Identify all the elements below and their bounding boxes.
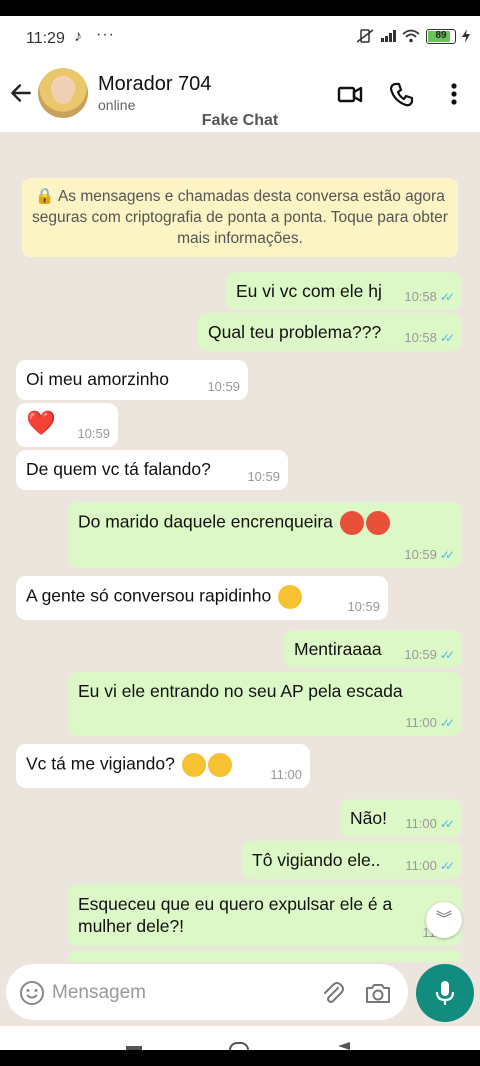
hand-over-mouth-emoji xyxy=(278,585,303,609)
message-text: De quem vc tá falando? xyxy=(26,459,211,479)
read-receipt-icon: ✓✓ xyxy=(439,647,455,662)
message-bubble-outgoing[interactable]: Do marido daquele encrenqueira 10:59 ✓✓ xyxy=(68,502,462,568)
tiktok-icon: ♪ xyxy=(74,28,82,45)
read-receipt-icon: ✓✓ xyxy=(439,858,455,873)
message-content: Do marido daquele encrenqueira xyxy=(78,511,390,535)
message-bubble-outgoing[interactable]: Eu vi ele entrando no seu AP pela escada… xyxy=(68,672,462,736)
voice-message-button[interactable] xyxy=(416,964,474,1022)
voice-call-icon[interactable] xyxy=(388,80,416,108)
message-bubble-outgoing[interactable]: Mentiraaaa 10:59 ✓✓ xyxy=(284,630,462,668)
attach-icon[interactable] xyxy=(320,980,346,1006)
message-time: 10:58 xyxy=(404,289,437,304)
message-composer: Mensagem xyxy=(0,962,480,1026)
message-time: 10:59 xyxy=(247,469,280,484)
video-call-icon[interactable] xyxy=(336,80,364,108)
notification-overflow-icon: ··· xyxy=(96,26,115,43)
read-receipt-icon: ✓✓ xyxy=(439,330,455,345)
message-content: Vc tá me vigiando? xyxy=(26,753,232,777)
message-text: Não! xyxy=(350,808,387,828)
message-text: Eu vi ele entrando no seu AP pela escada xyxy=(78,681,403,701)
message-time: 10:59 xyxy=(77,426,110,441)
message-text: Tô vigiando ele.. xyxy=(252,850,381,870)
contact-avatar[interactable] xyxy=(38,68,88,118)
message-input[interactable]: Mensagem xyxy=(6,964,408,1020)
double-chevron-down-icon: ︾ xyxy=(435,911,452,928)
message-bubble-outgoing[interactable]: Tô vigiando ele.. 11:00 ✓✓ xyxy=(242,841,462,879)
contact-name[interactable]: Morador 704 xyxy=(98,73,211,96)
fake-chat-watermark: Fake Chat xyxy=(201,112,279,129)
angry-face-emoji xyxy=(339,511,364,535)
home-button[interactable] xyxy=(229,1042,249,1050)
message-bubble-outgoing[interactable]: Qual teu problema??? 10:58 ✓✓ xyxy=(198,313,462,351)
status-bar: 11:29 ♪ ··· 89 xyxy=(0,16,480,62)
message-bubble-outgoing-partial[interactable] xyxy=(68,950,462,962)
battery-icon: 89 xyxy=(426,28,456,44)
back-button[interactable] xyxy=(338,1042,350,1050)
message-bubble-incoming[interactable]: A gente só conversou rapidinho 10:59 xyxy=(16,576,388,620)
emoji-icon[interactable] xyxy=(19,980,45,1006)
microphone-icon xyxy=(435,981,455,1005)
message-time: 10:58 xyxy=(404,330,437,345)
message-time: 10:59 xyxy=(404,547,437,562)
system-navigation-bar xyxy=(0,1026,480,1066)
read-receipt-icon: ✓✓ xyxy=(439,547,455,562)
message-text: Mentiraaaa xyxy=(294,639,382,659)
status-time: 11:29 xyxy=(26,30,65,47)
message-time: 11:00 xyxy=(405,715,437,730)
read-receipt-icon: ✓✓ xyxy=(439,816,455,831)
angry-face-emoji xyxy=(365,511,390,535)
camera-icon[interactable] xyxy=(364,980,392,1006)
message-text: Do marido daquele encrenqueira xyxy=(78,511,333,532)
message-bubble-incoming[interactable]: Oi meu amorzinho 10:59 xyxy=(16,360,248,400)
message-text: Qual teu problema??? xyxy=(208,322,382,342)
signal-icon xyxy=(381,30,396,42)
bottom-bezel xyxy=(0,1050,480,1066)
encryption-notice[interactable]: 🔒 As mensagens e chamadas desta conversa… xyxy=(22,178,458,257)
message-text: Esqueceu que eu quero expulsar ele é a m… xyxy=(78,894,393,936)
read-receipt-icon: ✓✓ xyxy=(439,715,455,730)
message-text: Vc tá me vigiando? xyxy=(26,753,175,774)
heart-emoji: ❤️ xyxy=(26,410,56,437)
message-time: 11:00 xyxy=(405,858,437,873)
more-options-icon[interactable] xyxy=(440,80,468,108)
contact-status: online xyxy=(98,97,136,113)
chat-area[interactable]: 🔒 As mensagens e chamadas desta conversa… xyxy=(0,132,480,962)
message-bubble-outgoing[interactable]: Esqueceu que eu quero expulsar ele é a m… xyxy=(68,884,462,946)
message-text: A gente só conversou rapidinho xyxy=(26,585,272,606)
wifi-icon xyxy=(402,29,420,43)
message-text: Eu vi vc com ele hj xyxy=(236,281,382,301)
scroll-to-bottom-button[interactable]: ︾ xyxy=(426,902,462,938)
message-time: 10:59 xyxy=(404,647,437,662)
message-time: 10:59 xyxy=(207,379,240,394)
top-bezel xyxy=(0,0,480,16)
message-bubble-incoming[interactable]: De quem vc tá falando? 10:59 xyxy=(16,450,288,490)
message-text: Oi meu amorzinho xyxy=(26,369,169,389)
message-time: 11:00 xyxy=(405,816,437,831)
message-bubble-outgoing[interactable]: Não! 11:00 ✓✓ xyxy=(340,799,462,837)
message-time: 10:59 xyxy=(347,599,380,614)
message-bubble-incoming[interactable]: Vc tá me vigiando? 11:00 xyxy=(16,744,310,788)
read-receipt-icon: ✓✓ xyxy=(439,289,455,304)
message-placeholder: Mensagem xyxy=(52,982,146,1003)
message-time: 11:00 xyxy=(270,767,302,782)
message-bubble-outgoing[interactable]: Eu vi vc com ele hj 10:58 ✓✓ xyxy=(226,272,462,310)
vibrate-off-icon xyxy=(356,29,374,43)
flushed-face-emoji xyxy=(181,753,206,777)
battery-level: 89 xyxy=(435,29,447,41)
message-bubble-incoming[interactable]: ❤️ 10:59 xyxy=(16,403,118,447)
charging-icon xyxy=(462,29,470,43)
message-content: A gente só conversou rapidinho xyxy=(26,585,303,609)
back-arrow-icon[interactable] xyxy=(8,80,34,106)
flushed-face-emoji xyxy=(207,753,232,777)
